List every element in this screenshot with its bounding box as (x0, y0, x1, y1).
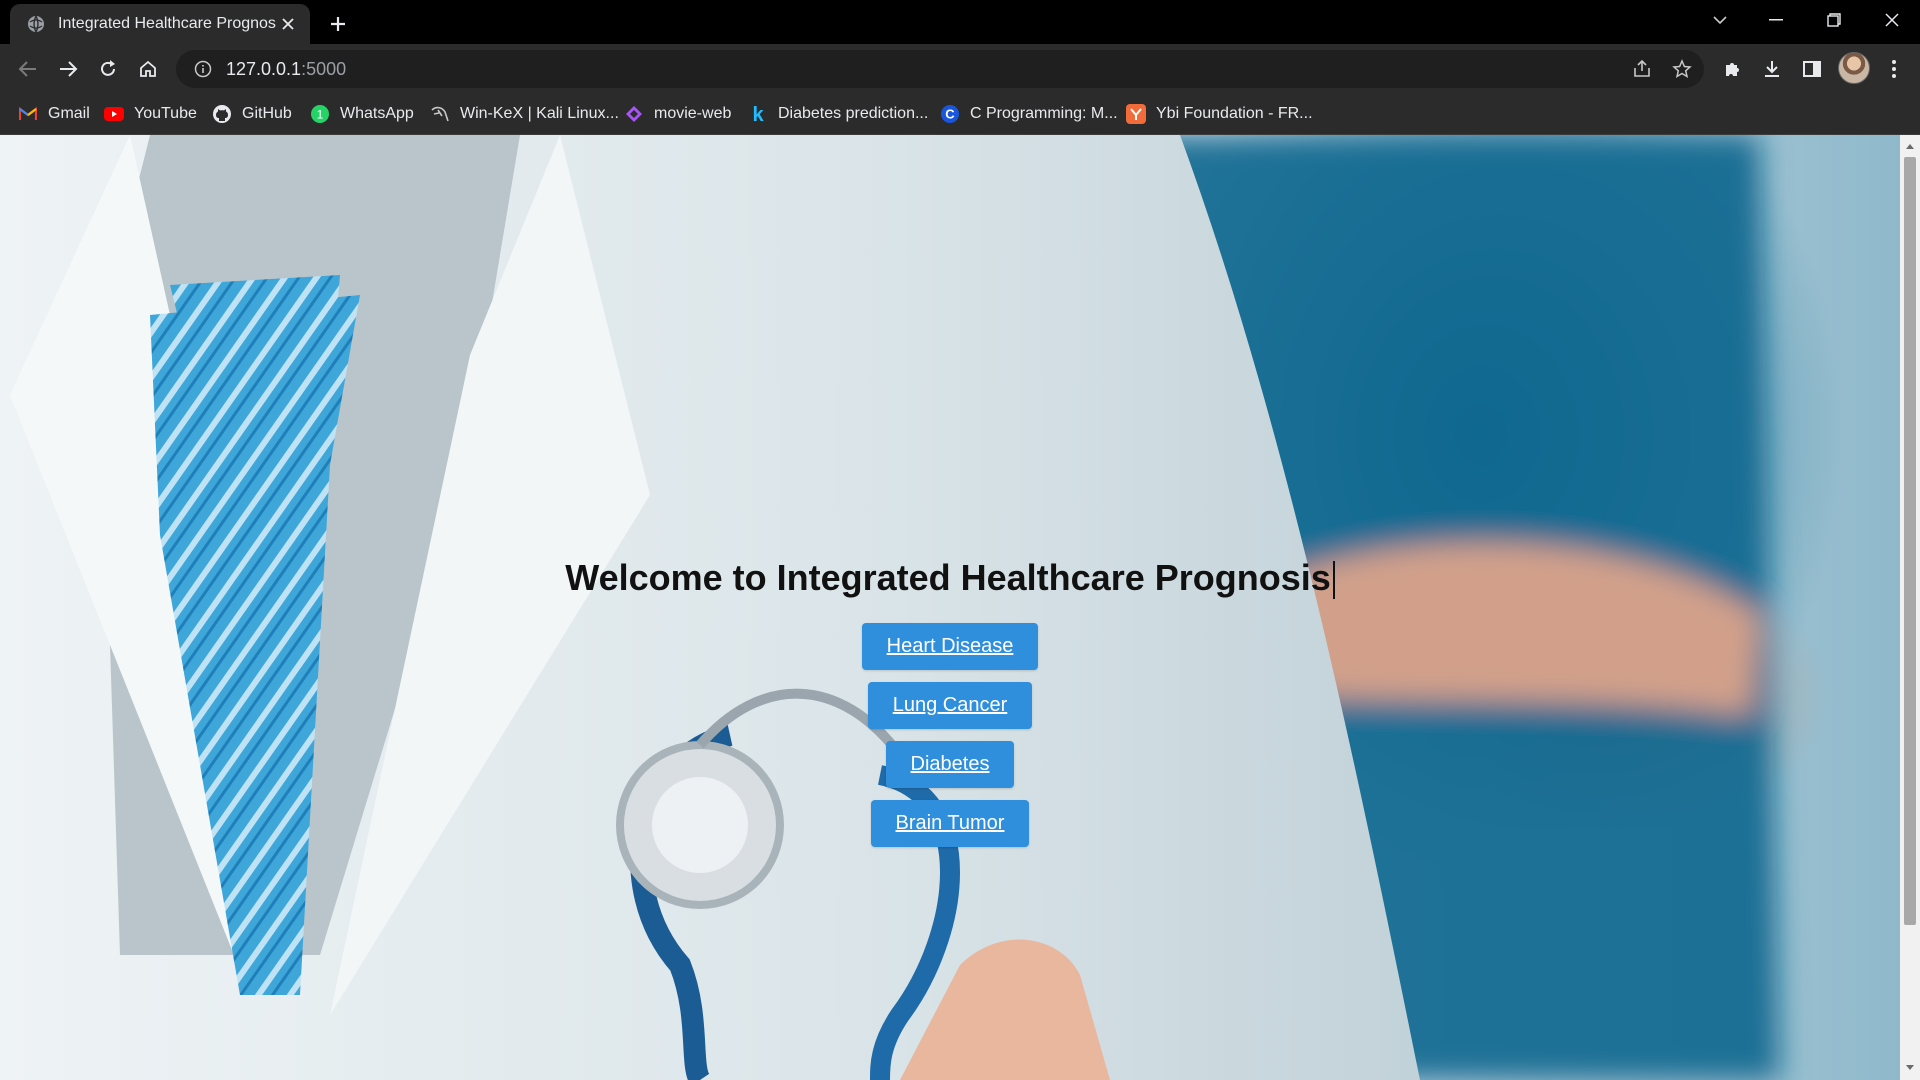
bookmark-star-icon[interactable] (1668, 55, 1696, 83)
github-icon (212, 104, 232, 124)
bookmark-label: Win-KeX | Kali Linux... (460, 105, 619, 122)
url-text: 127.0.0.1:5000 (226, 59, 346, 80)
close-tab-icon[interactable] (276, 12, 300, 36)
scroll-up-arrow-icon[interactable] (1905, 141, 1915, 151)
home-icon[interactable] (132, 53, 164, 85)
bookmark-youtube[interactable]: YouTube (104, 102, 197, 126)
page-content: Welcome to Integrated Healthcare Prognos… (0, 135, 1900, 1080)
tab-strip: Integrated Healthcare Prognosis (0, 0, 1920, 44)
svg-text:C: C (945, 107, 955, 122)
page-heading: Welcome to Integrated Healthcare Prognos… (0, 557, 1900, 600)
c-programming-icon: C (940, 104, 960, 124)
menu-kebab-icon[interactable] (1878, 53, 1910, 85)
extensions-puzzle-icon[interactable] (1716, 53, 1748, 85)
browser-window: Integrated Healthcare Prognosis 127.0.0.… (0, 0, 1920, 1080)
bookmark-label: Ybi Foundation - FR... (1156, 105, 1313, 122)
youtube-icon (104, 104, 124, 124)
bookmark-label: YouTube (134, 105, 197, 122)
page-heading-text: Welcome to Integrated Healthcare Prognos… (565, 557, 1331, 598)
svg-text:1: 1 (317, 108, 324, 122)
bookmark-label: Diabetes prediction... (778, 105, 929, 122)
scroll-down-arrow-icon[interactable] (1905, 1063, 1915, 1073)
bookmarks-bar: Gmail YouTube GitHub 1 WhatsApp Win-KeX … (0, 94, 1920, 135)
tab-search-chevron-icon[interactable] (1698, 4, 1742, 36)
site-info-icon[interactable] (192, 58, 214, 80)
heart-disease-button[interactable]: Heart Disease (861, 623, 1039, 670)
address-bar[interactable]: 127.0.0.1:5000 (176, 50, 1704, 88)
text-caret (1332, 561, 1335, 600)
bookmark-c-programming[interactable]: C C Programming: M... (940, 102, 1118, 126)
tab-active[interactable]: Integrated Healthcare Prognosis (10, 4, 310, 44)
page-scrollbar[interactable] (1900, 135, 1920, 1080)
reload-icon[interactable] (92, 53, 124, 85)
browser-toolbar: 127.0.0.1:5000 (0, 44, 1920, 94)
movie-web-icon (624, 104, 644, 124)
new-tab-plus-icon[interactable] (322, 8, 354, 40)
bookmark-whatsapp[interactable]: 1 WhatsApp (310, 102, 414, 126)
back-arrow-icon[interactable] (12, 53, 44, 85)
whatsapp-icon: 1 (310, 104, 330, 124)
kali-icon (430, 104, 450, 124)
bookmark-github[interactable]: GitHub (212, 102, 292, 126)
bookmark-ybi-foundation[interactable]: Ybi Foundation - FR... (1126, 102, 1313, 126)
page-viewport: Welcome to Integrated Healthcare Prognos… (0, 135, 1900, 1080)
forward-arrow-icon[interactable] (52, 53, 84, 85)
bookmark-label: C Programming: M... (970, 105, 1118, 122)
download-icon[interactable] (1756, 53, 1788, 85)
minimize-icon[interactable] (1754, 4, 1798, 36)
bookmark-gmail[interactable]: Gmail (18, 102, 90, 126)
svg-text:k: k (752, 104, 764, 124)
url-host: 127.0.0.1 (226, 58, 302, 79)
restore-icon[interactable] (1812, 4, 1856, 36)
bookmark-label: GitHub (242, 105, 292, 122)
url-port: :5000 (301, 58, 347, 79)
scroll-thumb[interactable] (1904, 157, 1916, 925)
gmail-icon (18, 104, 38, 124)
side-panel-icon[interactable] (1796, 53, 1828, 85)
bookmark-label: WhatsApp (340, 105, 414, 122)
diabetes-button[interactable]: Diabetes (885, 741, 1015, 788)
kaggle-icon: k (748, 104, 768, 124)
share-icon[interactable] (1628, 55, 1656, 83)
prediction-buttons: Heart Disease Lung Cancer Diabetes Brain… (0, 623, 1900, 847)
close-window-icon[interactable] (1870, 4, 1914, 36)
profile-avatar[interactable] (1838, 52, 1870, 84)
bookmark-win-kex[interactable]: Win-KeX | Kali Linux... (430, 102, 619, 126)
bookmark-label: Gmail (48, 105, 90, 122)
bookmark-label: movie-web (654, 105, 732, 122)
ybi-icon (1126, 104, 1146, 124)
tab-title: Integrated Healthcare Prognosis (58, 15, 276, 32)
bookmark-movie-web[interactable]: movie-web (624, 102, 731, 126)
brain-tumor-button[interactable]: Brain Tumor (870, 800, 1030, 847)
bookmark-diabetes-prediction[interactable]: k Diabetes prediction... (748, 102, 928, 126)
lung-cancer-button[interactable]: Lung Cancer (867, 682, 1033, 729)
globe-icon (26, 14, 46, 34)
